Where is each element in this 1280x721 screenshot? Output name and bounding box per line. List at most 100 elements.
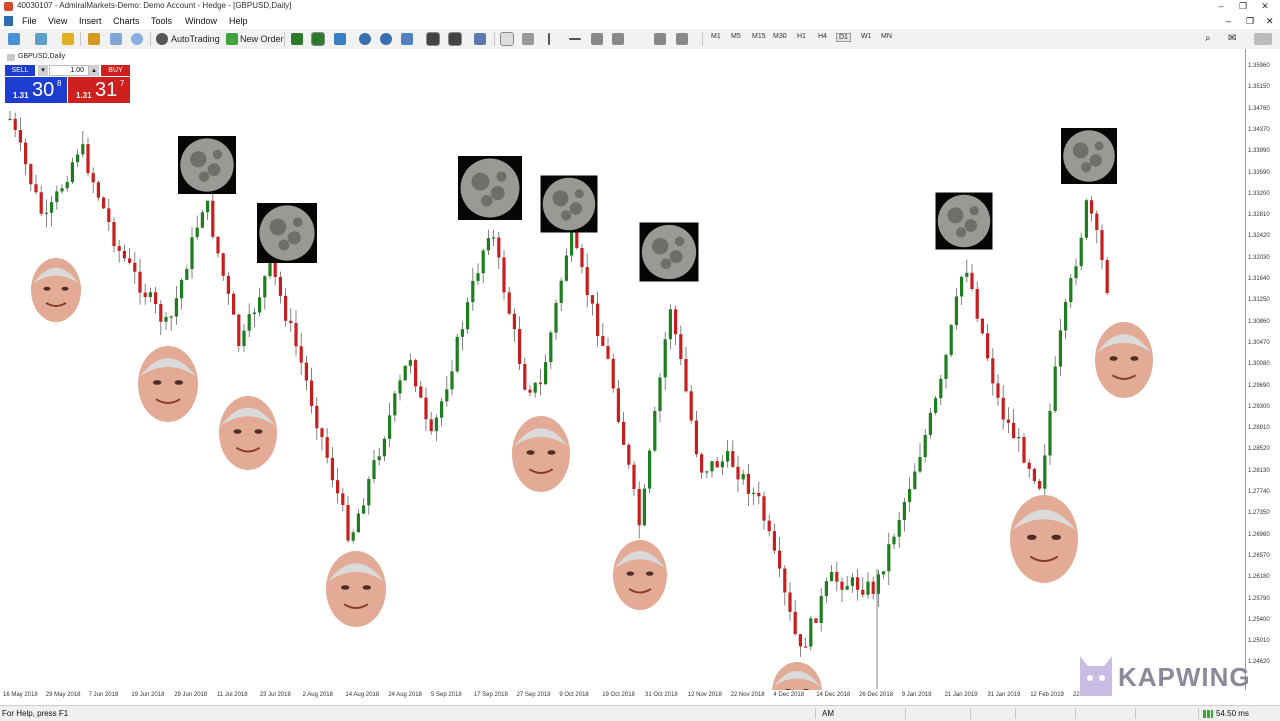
candle-body <box>372 460 376 480</box>
price-axis-label: 1.27740 <box>1248 489 1270 495</box>
timeframe-d1[interactable]: D1 <box>836 33 851 42</box>
autotrading-button[interactable]: AutoTrading <box>171 32 220 46</box>
candle-body <box>221 253 225 276</box>
menu-view[interactable]: View <box>48 16 67 26</box>
sell-price[interactable]: 1.31 30 8 <box>5 77 67 103</box>
autoscroll-icon[interactable] <box>426 32 440 46</box>
trendline-icon[interactable] <box>591 33 603 45</box>
search-icon[interactable]: ⌕ <box>1205 32 1211 46</box>
candle-body <box>518 329 522 364</box>
chart-shift-icon[interactable] <box>448 32 462 46</box>
candle-body <box>133 262 137 272</box>
menu-insert[interactable]: Insert <box>79 16 102 26</box>
timeframe-m15[interactable]: M15 <box>752 33 766 40</box>
candle-body <box>939 378 943 399</box>
timeframe-h4[interactable]: H4 <box>818 33 827 40</box>
chat-icon[interactable]: ✉ <box>1228 32 1236 46</box>
child-minimize-button[interactable]: – <box>1226 16 1231 26</box>
profiles-icon[interactable] <box>35 33 47 45</box>
navigator-icon[interactable] <box>88 33 100 45</box>
cursor-icon[interactable] <box>500 32 514 46</box>
timeframe-m1[interactable]: M1 <box>711 33 721 40</box>
maximize-button[interactable]: ❐ <box>1236 1 1250 12</box>
price-axis-label: 1.32030 <box>1248 254 1270 261</box>
candle-body <box>206 200 210 213</box>
date-axis-label: 12 Nov 2018 <box>687 692 722 698</box>
menu-bar: File View Insert Charts Tools Window Hel… <box>0 14 1280 30</box>
face-image <box>1010 495 1078 583</box>
candle-body <box>1058 330 1062 367</box>
candle-body <box>601 336 605 346</box>
timeframe-mn[interactable]: MN <box>881 33 892 40</box>
timeframe-w1[interactable]: W1 <box>861 33 872 40</box>
candle-body <box>809 618 813 647</box>
date-axis-label: 24 Aug 2018 <box>388 692 422 698</box>
tile-windows-icon[interactable] <box>401 33 413 45</box>
close-button[interactable]: ✕ <box>1258 1 1272 12</box>
candle-body <box>559 280 563 303</box>
timeframe-m5[interactable]: M5 <box>731 33 741 40</box>
new-order-button[interactable]: New Order <box>240 32 284 46</box>
candle-body <box>159 304 163 322</box>
candle-body <box>44 212 48 214</box>
menu-charts[interactable]: Charts <box>113 16 140 26</box>
market-icon[interactable] <box>1254 33 1272 45</box>
face-image <box>1095 322 1153 398</box>
candle-body <box>1022 436 1026 463</box>
timeframe-h1[interactable]: H1 <box>797 33 806 40</box>
minimize-button[interactable]: – <box>1214 1 1228 12</box>
price-axis-label: 1.28130 <box>1248 467 1270 474</box>
candle-body <box>783 568 787 593</box>
terminal-icon[interactable] <box>110 33 122 45</box>
candle-body <box>861 589 865 595</box>
candle-body <box>1079 237 1083 267</box>
candle-body <box>840 581 844 590</box>
candle-body <box>679 334 683 359</box>
line-chart-icon[interactable] <box>334 33 346 45</box>
candlestick-chart[interactable] <box>0 49 1245 690</box>
candle-body <box>8 118 12 121</box>
zoom-in-icon[interactable] <box>359 33 371 45</box>
horizontal-line-icon[interactable] <box>569 38 581 40</box>
lot-increase-button[interactable]: ▴ <box>89 65 99 76</box>
new-chart-icon[interactable] <box>8 33 20 45</box>
sell-button[interactable]: SELL <box>5 65 35 76</box>
vertical-line-icon[interactable] <box>548 33 550 45</box>
fibonacci-icon[interactable] <box>676 33 688 45</box>
candle-body <box>1095 213 1099 231</box>
lot-size-input[interactable]: 1.00 <box>49 65 89 76</box>
lot-decrease-button[interactable]: ▾ <box>38 65 48 76</box>
chart-window[interactable]: GBPUSD,Daily SELL ▾ 1.00 ▴ BUY 1.31 30 8… <box>0 49 1246 690</box>
zoom-out-icon[interactable] <box>380 33 392 45</box>
menu-tools[interactable]: Tools <box>151 16 172 26</box>
text-icon[interactable] <box>654 33 666 45</box>
equidistant-channel-icon[interactable] <box>612 33 624 45</box>
menu-window[interactable]: Window <box>185 16 217 26</box>
indicators-icon[interactable] <box>474 33 486 45</box>
bar-chart-icon[interactable] <box>291 33 303 45</box>
candlestick-icon[interactable] <box>311 32 325 46</box>
child-restore-button[interactable]: ❐ <box>1246 16 1254 27</box>
face-image <box>326 551 386 627</box>
timeframe-m30[interactable]: M30 <box>773 33 787 40</box>
candle-body <box>590 295 594 304</box>
market-watch-icon[interactable] <box>62 33 74 45</box>
candle-body <box>512 313 516 330</box>
strategy-tester-icon[interactable] <box>131 33 143 45</box>
candle-body <box>731 451 735 467</box>
menu-help[interactable]: Help <box>229 16 248 26</box>
candle-body <box>804 646 808 648</box>
menu-file[interactable]: File <box>22 16 37 26</box>
buy-button[interactable]: BUY <box>101 65 130 76</box>
candle-body <box>788 592 792 612</box>
candle-body <box>528 389 532 393</box>
price-axis-label: 1.28910 <box>1248 425 1270 432</box>
one-click-trading-panel: SELL ▾ 1.00 ▴ BUY 1.31 30 8 1.31 31 7 <box>5 65 130 103</box>
child-close-button[interactable]: ✕ <box>1266 16 1274 27</box>
candle-body <box>1084 200 1088 238</box>
candle-body <box>570 230 574 256</box>
price-axis-label: 1.28520 <box>1248 446 1270 453</box>
moon-image <box>540 175 598 233</box>
buy-price[interactable]: 1.31 31 7 <box>68 77 130 103</box>
crosshair-icon[interactable] <box>522 33 534 45</box>
